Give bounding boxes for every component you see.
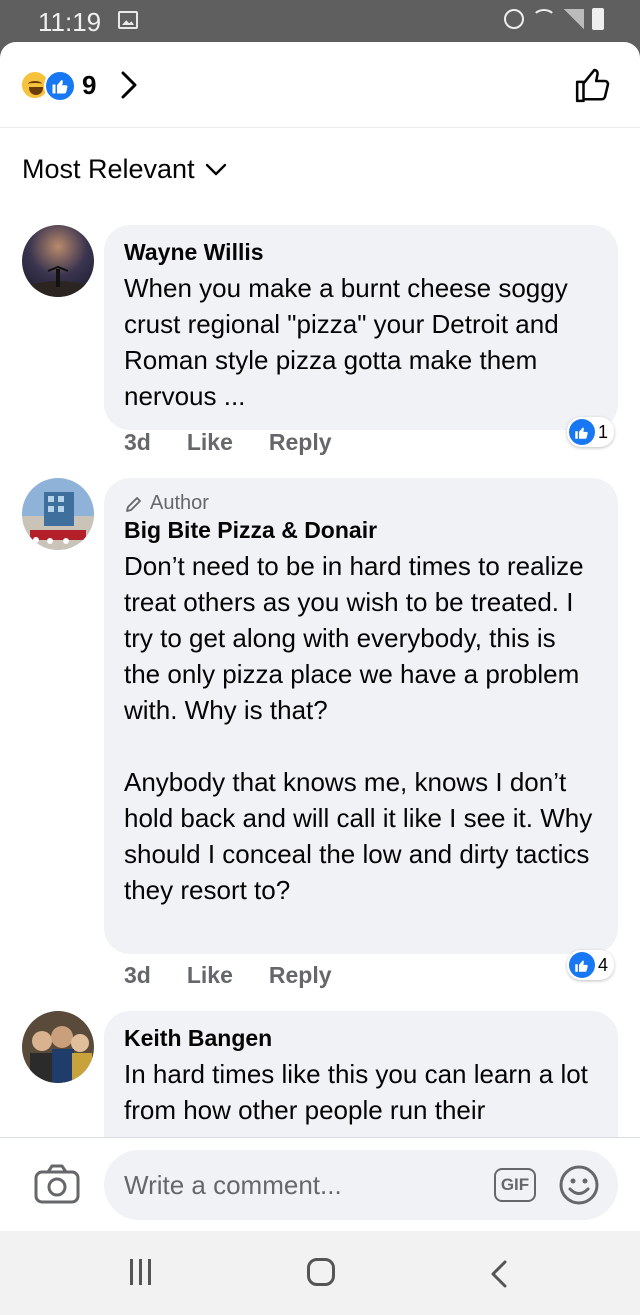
back-icon[interactable] — [490, 1259, 508, 1294]
comment-text: When you make a burnt cheese soggy crust… — [124, 273, 568, 411]
comment-actions: 3d Like Reply — [124, 962, 332, 989]
status-icons — [504, 8, 604, 30]
author-tag-label: Author — [150, 492, 209, 514]
pencil-icon — [126, 496, 141, 512]
sort-dropdown[interactable]: Most Relevant — [22, 154, 227, 185]
wifi-icon — [532, 9, 556, 29]
reply-button[interactable]: Reply — [269, 962, 332, 989]
comment-author[interactable]: Keith Bangen — [124, 1025, 598, 1052]
like-reaction-icon — [568, 952, 595, 978]
chevron-right-icon[interactable] — [120, 70, 138, 105]
reaction-count: 9 — [82, 70, 97, 100]
comment-author[interactable]: Wayne Willis — [124, 239, 598, 266]
status-time: 11:19 — [38, 7, 102, 37]
like-button[interactable]: Like — [187, 962, 233, 989]
chevron-down-icon — [205, 163, 226, 175]
comment-bubble[interactable]: Wayne Willis When you make a burnt chees… — [104, 225, 618, 430]
alarm-icon — [504, 9, 524, 29]
avatar[interactable] — [22, 225, 94, 297]
reactions-bar[interactable]: 9 — [0, 42, 640, 128]
like-post-icon[interactable] — [574, 66, 612, 109]
avatar[interactable] — [22, 1011, 94, 1083]
comment-bubble[interactable]: Author Big Bite Pizza & Donair Don’t nee… — [104, 478, 618, 954]
battery-icon — [592, 8, 604, 30]
comment-reactions-badge[interactable]: 1 — [566, 417, 614, 447]
comment-author[interactable]: Big Bite Pizza & Donair — [124, 517, 598, 544]
home-icon[interactable] — [307, 1258, 335, 1286]
system-nav-bar — [0, 1231, 640, 1315]
comment-composer: GIF — [0, 1137, 640, 1231]
comment-time: 3d — [124, 429, 151, 455]
comment-reactions-badge[interactable]: 4 — [566, 950, 614, 980]
signal-icon — [564, 9, 584, 29]
comment-text: Don’t need to be in hard times to realiz… — [124, 551, 593, 905]
comment-time: 3d — [124, 962, 151, 988]
comment-like-count: 1 — [597, 421, 608, 442]
like-reaction-icon — [568, 419, 595, 445]
comment-text: In hard times like this you can learn a … — [124, 1059, 588, 1125]
avatar[interactable] — [22, 478, 94, 550]
recents-icon[interactable] — [130, 1259, 151, 1285]
image-notification-icon — [118, 11, 138, 29]
author-badge: Author — [124, 492, 598, 515]
comment-input[interactable] — [104, 1150, 618, 1220]
comments-sheet: 9 Most Relevant Wayne Willis When you ma… — [0, 42, 640, 1231]
smiley-icon[interactable] — [558, 1164, 600, 1211]
gif-icon[interactable]: GIF — [494, 1168, 536, 1202]
like-reaction-icon — [44, 70, 76, 102]
comment-actions: 3d Like Reply — [124, 429, 332, 456]
comment-like-count: 4 — [597, 954, 608, 975]
sort-label: Most Relevant — [22, 154, 195, 184]
status-bar: 11:19 — [0, 0, 640, 42]
camera-icon[interactable] — [34, 1164, 80, 1209]
reply-button[interactable]: Reply — [269, 429, 332, 456]
like-button[interactable]: Like — [187, 429, 233, 456]
